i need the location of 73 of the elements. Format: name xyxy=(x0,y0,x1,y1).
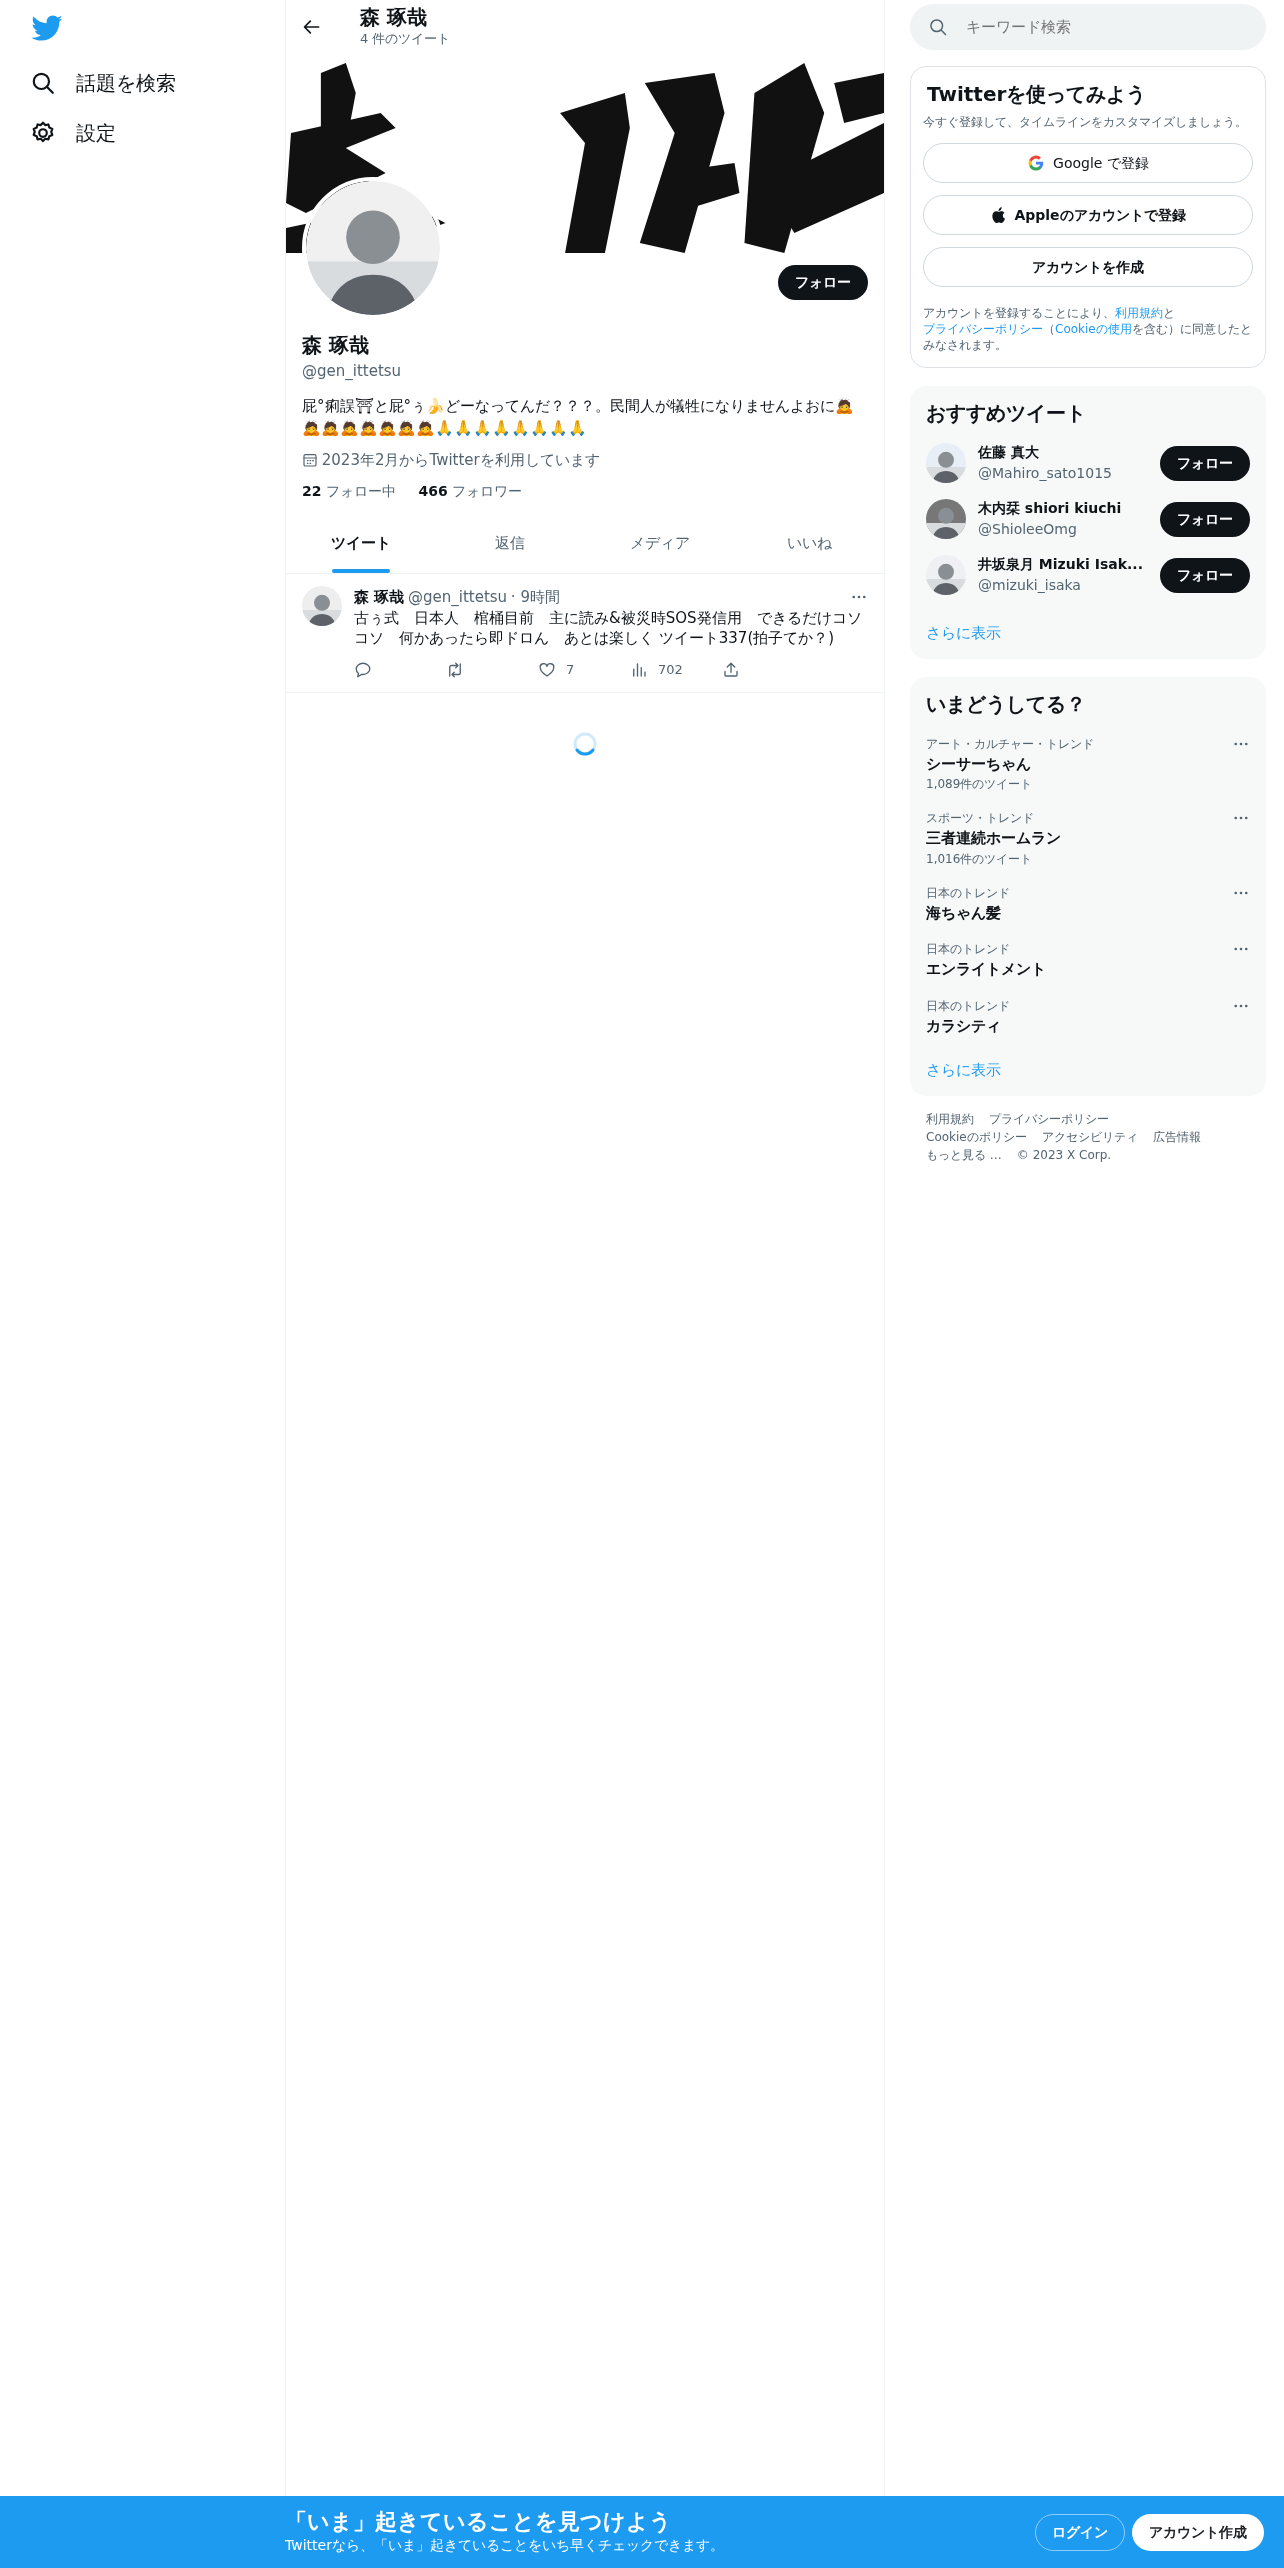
search-icon xyxy=(30,70,56,96)
tweet-author: 森 琢哉 xyxy=(354,586,405,608)
followers-link[interactable]: 466 フォロワー xyxy=(418,481,523,502)
trend-count: 1,016件のツイート xyxy=(926,850,1034,868)
footer-link[interactable]: 利用規約 xyxy=(926,1109,974,1128)
footer-link[interactable]: アクセシビリティ xyxy=(1041,1127,1138,1146)
tweet-count: 4 件のツイート xyxy=(360,29,451,48)
trend-context: 日本のトレンド xyxy=(926,941,1011,958)
trend-count: 1,089件のツイート xyxy=(926,776,1034,793)
trend-context: アート・カルチャー・トレンド xyxy=(926,735,1095,753)
loading-spinner xyxy=(572,730,598,757)
like-count: 7 xyxy=(566,661,575,679)
tab[interactable]: ツイート xyxy=(286,516,436,573)
signup-button[interactable]: アカウントを作成 xyxy=(923,247,1253,287)
user-handle: @Mahiro_sato1015 xyxy=(978,464,1113,483)
nav-item[interactable]: 設定 xyxy=(22,108,124,158)
following-link[interactable]: 22 フォロー中 xyxy=(302,481,396,502)
footer-link[interactable]: Cookieのポリシー xyxy=(926,1127,1027,1146)
tweet-handle: @gen_ittetsu xyxy=(408,586,508,608)
card-subtitle: 今すぐ登録して、タイムラインをカスタマイズしましょう。 xyxy=(923,114,1248,131)
profile-bio: 屁°痢誤⛩と屁°ぅ🍌どーなってんだ？？？。民間人が犠牲になりませんよおに🙇🙇🙇🙇🙇🙇🙇🙇🙏🙏🙏🙏🙏🙏🙏🙏 xyxy=(302,395,855,439)
trend-context: 日本のトレンド xyxy=(926,884,1011,902)
bar-chart-icon[interactable] xyxy=(630,660,648,679)
user-handle: @mizuki_isaka xyxy=(978,576,1082,595)
bird-logo[interactable] xyxy=(30,14,64,44)
banner-title: 「いま」起きていることを見つけよう xyxy=(285,2508,673,2535)
search-icon xyxy=(928,17,948,37)
trend-context: スポーツ・トレンド xyxy=(926,810,1035,827)
comment-icon[interactable] xyxy=(354,660,372,679)
user-name: 木内栞 shiori kiuchi xyxy=(978,499,1123,518)
tab[interactable]: いいね xyxy=(734,516,884,573)
view-count: 702 xyxy=(658,661,683,679)
follow-button[interactable]: フォロー xyxy=(1160,557,1250,593)
follow-button[interactable]: フォロー xyxy=(1160,501,1250,537)
join-date: 2023年2月からTwitterを利用しています xyxy=(321,449,600,471)
google-icon xyxy=(1027,154,1046,172)
apple-icon xyxy=(990,206,1007,224)
profile-name: 森 琢哉 xyxy=(302,332,370,359)
heart-icon[interactable] xyxy=(538,660,556,679)
share-icon[interactable] xyxy=(722,660,740,679)
card-title: Twitterを使ってみよう xyxy=(926,81,1148,108)
legal-text: アカウントを登録することにより、利用規約 と プライバシーポリシー（Cookieの使用を含む）に同意したとみなされます。 xyxy=(923,305,1253,353)
tweet-text: 古ぅ式 日本人 棺桶目前 主に読み&被災時SOS発信用 できるだけコソコソ 何かあったら即ドロん あとは楽しく ツイート337(拍子てか？) xyxy=(354,608,863,648)
tab[interactable]: 返信 xyxy=(435,516,585,573)
user-handle: @ShioleeOmg xyxy=(978,520,1078,539)
signup-button[interactable]: アカウント作成 xyxy=(1132,2513,1264,2551)
calendar-icon xyxy=(302,451,318,468)
follow-button[interactable]: フォロー xyxy=(778,265,868,300)
footer-link[interactable]: 広告情報 xyxy=(1152,1127,1201,1146)
user-name: 井坂泉月 Mizuki Isak... xyxy=(978,555,1144,574)
tweet-time: · 9時間 xyxy=(510,586,560,608)
tab[interactable]: メディア xyxy=(585,516,735,573)
signup-button[interactable]: Appleのアカウントで登録 xyxy=(923,195,1253,235)
trend-name: 海ちゃん髪 xyxy=(926,902,1002,924)
trend-name: 三者連続ホームラン xyxy=(926,828,1062,849)
profile-handle: @gen_ittetsu xyxy=(302,361,403,382)
trend-context: 日本のトレンド xyxy=(926,997,1011,1015)
banner-subtitle: Twitterなら、「いま」起きていることをいち早くチェックできます。 xyxy=(285,2535,725,2555)
follow-button[interactable]: フォロー xyxy=(1160,445,1250,481)
user-name: 佐藤 真大 xyxy=(978,443,1040,462)
footer-link[interactable]: もっと見る … xyxy=(926,1145,1002,1164)
nav-item[interactable]: 話題を検索 xyxy=(22,58,184,108)
trend-name: カラシティ xyxy=(926,1015,1002,1037)
signup-button[interactable]: Google で登録 xyxy=(923,143,1253,183)
section-title: いまどうしてる？ xyxy=(926,690,1087,718)
trend-name: エンライトメント xyxy=(926,959,1047,980)
footer-link[interactable]: プライバシーポリシー xyxy=(989,1109,1109,1128)
trend-name: シーサーちゃん xyxy=(926,753,1032,775)
retweet-icon[interactable] xyxy=(446,660,464,679)
search-field[interactable]: キーワード検索 xyxy=(910,4,1266,50)
copyright-text: © 2023 X Corp. xyxy=(1016,1146,1112,1164)
profile-title: 森 琢哉 xyxy=(360,4,428,29)
section-title: おすすめツイート xyxy=(926,400,1087,427)
